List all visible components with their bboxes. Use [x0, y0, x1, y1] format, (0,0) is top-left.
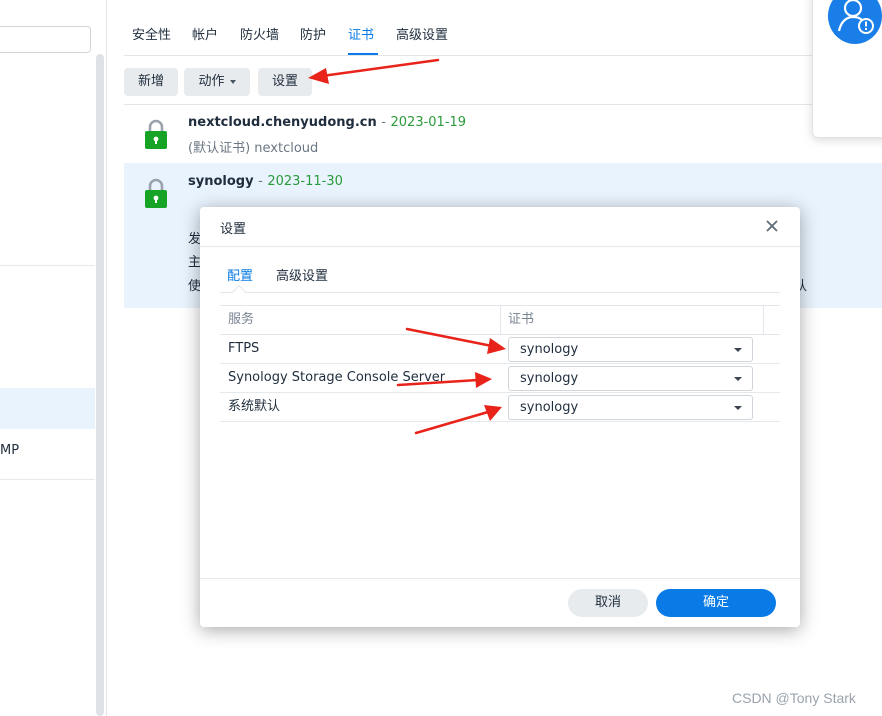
sidebar-divider	[0, 265, 95, 266]
certificate-date: 2023-11-30	[267, 174, 343, 189]
tab-firewall[interactable]: 防火墙	[240, 20, 279, 54]
active-tab-notch	[231, 284, 247, 300]
dialog-tab-advanced[interactable]: 高级设置	[276, 265, 328, 284]
certificate-separator: -	[381, 115, 386, 130]
lock-icon	[145, 178, 167, 208]
certificate-select[interactable]: synology	[508, 366, 753, 391]
certificate-select[interactable]: synology	[508, 337, 753, 362]
watermark: CSDN @Tony Stark	[732, 690, 856, 706]
dialog-header-divider	[200, 246, 800, 247]
add-button-label: 新增	[137, 74, 164, 89]
tab-account[interactable]: 帐户	[192, 20, 218, 54]
dialog-tab-divider	[220, 292, 780, 293]
column-separator[interactable]	[763, 306, 764, 334]
certificate-separator: -	[258, 174, 263, 189]
service-name: FTPS	[228, 341, 260, 356]
tab-advanced[interactable]: 高级设置	[396, 20, 448, 54]
certificate-row[interactable]: nextcloud.chenyudong.cn - 2023-01-19 (默认…	[124, 105, 882, 163]
certificate-name: synology - 2023-11-30	[188, 174, 343, 189]
user-warning-icon	[837, 0, 874, 34]
ok-button[interactable]: 确定	[656, 589, 776, 617]
chevron-down-icon	[734, 406, 742, 410]
certificate-subtitle: (默认证书) nextcloud	[188, 141, 319, 156]
sidebar-search-input[interactable]	[0, 26, 91, 53]
chevron-down-icon	[734, 377, 742, 381]
action-button-label: 动作	[198, 74, 225, 89]
certificate-select-value: synology	[520, 371, 579, 386]
caret-down-icon	[229, 79, 236, 84]
dialog-title: 设置	[220, 222, 247, 237]
lock-icon	[145, 119, 167, 149]
tab-certificate[interactable]: 证书	[348, 20, 374, 54]
settings-button[interactable]: 设置	[258, 68, 312, 96]
sidebar-divider	[0, 479, 95, 480]
tab-protection[interactable]: 防护	[300, 20, 326, 54]
add-button[interactable]: 新增	[124, 68, 178, 96]
table-row: 系统默认 synology	[220, 393, 780, 422]
table-header: 服务 证书	[220, 305, 780, 335]
column-header-certificate[interactable]: 证书	[508, 306, 534, 334]
action-dropdown-button[interactable]: 动作	[184, 68, 250, 96]
table-row: FTPS synology	[220, 335, 780, 364]
sidebar-scrollbar[interactable]	[96, 54, 104, 716]
table-row: Synology Storage Console Server synology	[220, 364, 780, 393]
tabs-divider	[124, 55, 882, 56]
sidebar-item-active[interactable]	[0, 388, 95, 429]
column-header-service[interactable]: 服务	[228, 306, 254, 334]
certificate-date: 2023-01-19	[390, 115, 467, 130]
close-icon[interactable]	[763, 217, 781, 235]
settings-button-label: 设置	[271, 74, 298, 89]
annotation-arrow	[320, 58, 440, 78]
settings-dialog: 设置 配置 高级设置 服务 证书 FTPS synology Synology …	[200, 207, 800, 627]
certificate-select-value: synology	[520, 400, 579, 415]
sidebar-item-mp[interactable]: MP	[0, 440, 95, 462]
certificate-name-text: synology	[188, 174, 254, 189]
user-alert-icon[interactable]	[828, 0, 882, 44]
service-name: 系统默认	[228, 399, 281, 414]
certificate-name-text: nextcloud.chenyudong.cn	[188, 115, 377, 130]
dialog-tab-config[interactable]: 配置	[227, 265, 253, 284]
certificate-name: nextcloud.chenyudong.cn - 2023-01-19	[188, 115, 466, 130]
tab-security[interactable]: 安全性	[132, 20, 171, 54]
service-name: Synology Storage Console Server	[228, 370, 446, 385]
dialog-footer-divider	[200, 578, 800, 579]
column-separator[interactable]	[500, 306, 501, 334]
certificate-select-value: synology	[520, 342, 579, 357]
chevron-down-icon	[734, 348, 742, 352]
certificate-select[interactable]: synology	[508, 395, 753, 420]
cancel-button[interactable]: 取消	[568, 589, 648, 617]
sidebar: MP	[0, 0, 107, 716]
